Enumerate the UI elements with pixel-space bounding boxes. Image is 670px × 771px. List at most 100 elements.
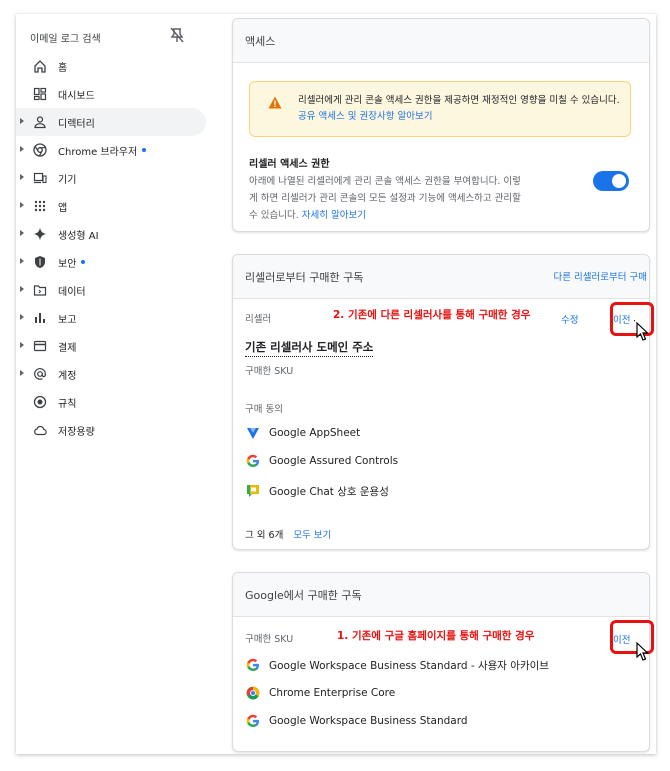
sidebar-item-chrome-browser[interactable]: Chrome 브라우저 bbox=[16, 136, 206, 164]
card-title: Google에서 구매한 구독 bbox=[233, 573, 649, 617]
expand-arrow-icon[interactable] bbox=[20, 258, 24, 264]
learn-shared-access-link[interactable]: 공유 액세스 및 권장사항 알아보기 bbox=[298, 111, 432, 122]
expand-arrow-icon[interactable] bbox=[20, 314, 24, 320]
warning-message: 리셀러에게 관리 콘솔 액세스 권한을 제공하면 재정적인 영향을 미칠 수 있… bbox=[298, 95, 620, 106]
main-content: 액세스 리셀러에게 관리 콘솔 액세스 권한을 제공하면 재정적인 영향을 미칠… bbox=[216, 14, 656, 754]
product-name: Google Workspace Business Standard - 사용자… bbox=[269, 659, 549, 672]
sidebar-item-label: 보안 bbox=[58, 258, 77, 270]
more-count-text: 그 외 6개 bbox=[245, 530, 284, 541]
sidebar-item-label: 앱 bbox=[58, 202, 68, 214]
reseller-access-title: 리셀러 액세스 권한 bbox=[249, 159, 330, 170]
sidebar-item-label: 디렉터리 bbox=[58, 118, 95, 130]
sidebar-item-rules[interactable]: 규칙 bbox=[16, 388, 206, 416]
list-item: Google Workspace Business Standard bbox=[245, 713, 468, 729]
home-icon bbox=[32, 58, 48, 74]
expand-arrow-icon[interactable] bbox=[20, 202, 24, 208]
mouse-pointer-icon bbox=[636, 641, 649, 661]
sparkle-icon bbox=[32, 226, 48, 242]
shield-icon bbox=[32, 254, 48, 270]
purchase-consent-label: 구매 동의 bbox=[245, 404, 283, 415]
sidebar-item-billing[interactable]: 결제 bbox=[16, 332, 206, 360]
purchase-from-other-reseller-link[interactable]: 다른 리셀러로부터 구매 bbox=[554, 269, 647, 283]
unpin-icon[interactable] bbox=[168, 26, 186, 44]
list-item: Google Chat 상호 운용성 bbox=[245, 483, 389, 499]
product-name: Google Workspace Business Standard bbox=[269, 715, 468, 727]
sidebar-item-home[interactable]: 홈 bbox=[16, 52, 206, 80]
sidebar-item-label: 생성형 AI bbox=[58, 230, 99, 242]
expand-arrow-icon[interactable] bbox=[20, 342, 24, 348]
purchased-sku-label: 구매한 SKU bbox=[245, 634, 294, 645]
perm-description-text: 아래에 나열된 리셀러에게 관리 콘솔 액세스 권한을 부여합니다. 이렇게 하… bbox=[249, 176, 521, 221]
product-name: Google AppSheet bbox=[269, 427, 361, 439]
bar-chart-icon bbox=[32, 310, 48, 326]
sidebar-nav: 홈 대시보드 디렉터리 Chrome 브라우저 기기 앱 생성형 AI 보안 데… bbox=[16, 52, 206, 444]
mouse-pointer-icon bbox=[634, 320, 649, 341]
sidebar-item-label: 보고 bbox=[58, 314, 77, 326]
sidebar-item-directory[interactable]: 디렉터리 bbox=[16, 108, 206, 136]
appsheet-icon bbox=[245, 425, 261, 441]
google-g-icon bbox=[245, 657, 261, 673]
sidebar-item-generative-ai[interactable]: 생성형 AI bbox=[16, 220, 206, 248]
dashboard-icon bbox=[32, 86, 48, 102]
product-name: Google Chat 상호 운용성 bbox=[269, 485, 389, 498]
warning-text: 리셀러에게 관리 콘솔 액세스 권한을 제공하면 재정적인 영향을 미칠 수 있… bbox=[298, 93, 626, 125]
sidebar: 이메일 로그 검색 홈 대시보드 디렉터리 Chrome 브라우저 기기 앱 생… bbox=[16, 14, 206, 754]
sidebar-item-storage[interactable]: 저장용량 bbox=[16, 416, 206, 444]
sidebar-item-account[interactable]: 계정 bbox=[16, 360, 206, 388]
sidebar-item-devices[interactable]: 기기 bbox=[16, 164, 206, 192]
apps-grid-icon bbox=[32, 198, 48, 214]
expand-arrow-icon[interactable] bbox=[20, 118, 24, 124]
folder-icon bbox=[32, 282, 48, 298]
annotation-reseller: 2. 기존에 다른 리셀러사를 통해 구매한 경우 bbox=[333, 309, 531, 321]
warning-banner: 리셀러에게 관리 콘솔 액세스 권한을 제공하면 재정적인 영향을 미칠 수 있… bbox=[249, 81, 631, 137]
annotation-google: 1. 기존에 구글 홈페이지를 통해 구매한 경우 bbox=[337, 630, 535, 642]
more-products: 그 외 6개 모두 보기 bbox=[245, 527, 331, 541]
warning-icon bbox=[268, 96, 282, 109]
expand-arrow-icon[interactable] bbox=[20, 146, 24, 152]
reseller-access-description: 아래에 나열된 리셀러에게 관리 콘솔 액세스 권한을 부여합니다. 이렇게 하… bbox=[249, 173, 529, 224]
sidebar-item-apps[interactable]: 앱 bbox=[16, 192, 206, 220]
product-name: Google Assured Controls bbox=[269, 455, 399, 467]
cloud-icon bbox=[32, 422, 48, 438]
sidebar-item-security[interactable]: 보안 bbox=[16, 248, 206, 276]
google-g-icon bbox=[245, 453, 261, 469]
learn-more-link[interactable]: 자세히 알아보기 bbox=[302, 210, 366, 221]
sidebar-item-label: Chrome 브라우저 bbox=[58, 146, 138, 158]
toggle-knob bbox=[612, 174, 626, 188]
card-title-text: 리셀러로부터 구매한 구독 bbox=[245, 270, 364, 284]
sidebar-item-label: 결제 bbox=[58, 342, 77, 354]
chrome-icon bbox=[245, 685, 261, 701]
access-card: 액세스 리셀러에게 관리 콘솔 액세스 권한을 제공하면 재정적인 영향을 미칠… bbox=[232, 18, 650, 232]
sidebar-item-dashboard[interactable]: 대시보드 bbox=[16, 80, 206, 108]
google-g-icon bbox=[245, 713, 261, 729]
devices-icon bbox=[32, 170, 48, 186]
card-title: 액세스 bbox=[233, 19, 649, 63]
expand-arrow-icon[interactable] bbox=[20, 174, 24, 180]
sidebar-item-reports[interactable]: 보고 bbox=[16, 304, 206, 332]
list-item: Google Assured Controls bbox=[245, 453, 398, 469]
sidebar-item-label: 홈 bbox=[58, 62, 68, 74]
google-chat-icon bbox=[245, 483, 261, 499]
expand-arrow-icon[interactable] bbox=[20, 286, 24, 292]
edit-button[interactable]: 수정 bbox=[561, 312, 578, 326]
expand-arrow-icon[interactable] bbox=[20, 230, 24, 236]
sidebar-item-label: 데이터 bbox=[58, 286, 86, 298]
list-item: Google AppSheet bbox=[245, 425, 360, 441]
sidebar-item-label: 규칙 bbox=[58, 398, 77, 410]
sidebar-item-data[interactable]: 데이터 bbox=[16, 276, 206, 304]
credit-card-icon bbox=[32, 338, 48, 354]
at-sign-icon bbox=[32, 366, 48, 382]
sidebar-item-label: 저장용량 bbox=[58, 426, 95, 438]
reseller-access-toggle[interactable] bbox=[593, 171, 629, 191]
view-all-link[interactable]: 모두 보기 bbox=[293, 530, 331, 541]
product-name: Chrome Enterprise Core bbox=[269, 687, 396, 699]
expand-arrow-icon[interactable] bbox=[20, 370, 24, 376]
reseller-label: 리셀러 bbox=[245, 314, 272, 325]
list-item: Chrome Enterprise Core bbox=[245, 685, 395, 701]
sidebar-item-label: 계정 bbox=[58, 370, 77, 382]
new-badge-dot bbox=[142, 148, 147, 152]
sidebar-header[interactable]: 이메일 로그 검색 bbox=[30, 30, 101, 45]
sidebar-item-label: 대시보드 bbox=[58, 90, 95, 102]
purchased-sku-label: 구매한 SKU bbox=[245, 366, 294, 377]
reseller-subscriptions-card: 리셀러로부터 구매한 구독 다른 리셀러로부터 구매 리셀러 2. 기존에 다른… bbox=[232, 254, 650, 550]
